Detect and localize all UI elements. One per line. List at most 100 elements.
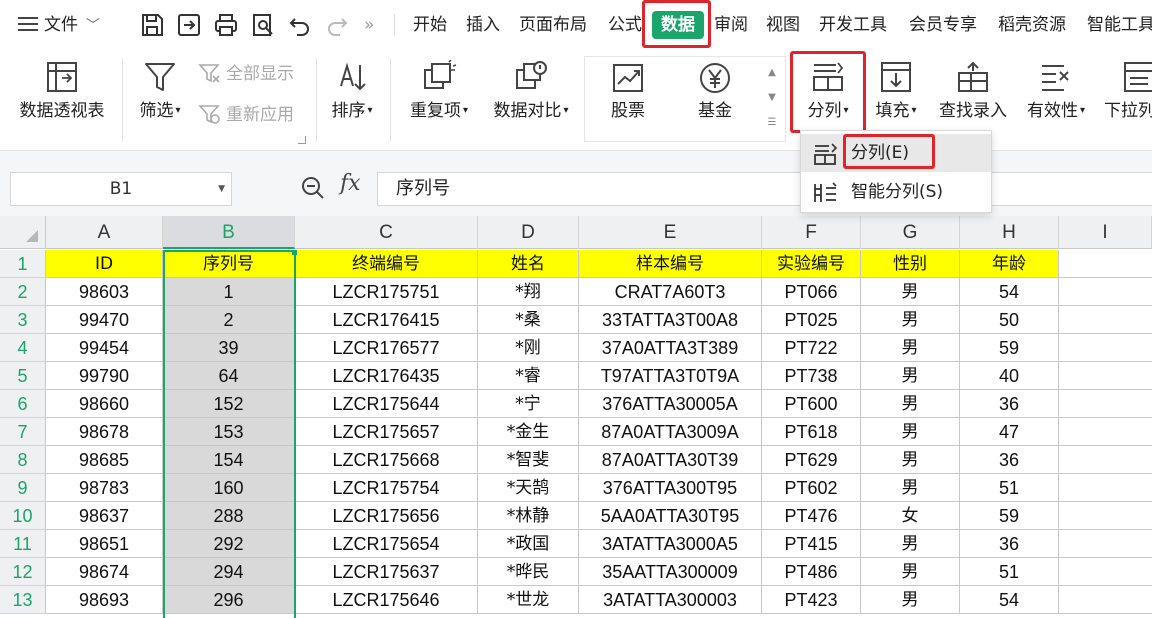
table-cell[interactable]: *刚 bbox=[478, 334, 579, 362]
table-cell[interactable]: T97ATTA3T0T9A bbox=[579, 362, 762, 390]
table-cell[interactable]: 5AA0ATTA30T95 bbox=[579, 502, 762, 530]
empty-cell[interactable] bbox=[1059, 334, 1152, 362]
table-cell[interactable]: PT423 bbox=[762, 586, 861, 614]
table-cell[interactable]: 51 bbox=[960, 558, 1059, 586]
insert-function-button[interactable]: fx bbox=[340, 171, 361, 196]
undo-button[interactable] bbox=[286, 11, 314, 39]
select-all-corner[interactable] bbox=[0, 216, 46, 249]
save-button[interactable] bbox=[138, 11, 166, 39]
table-cell[interactable]: 98783 bbox=[46, 474, 163, 502]
table-cell[interactable]: *政国 bbox=[478, 530, 579, 558]
table-cell[interactable]: 女 bbox=[861, 502, 960, 530]
empty-cell[interactable] bbox=[1059, 586, 1152, 614]
table-cell[interactable]: 男 bbox=[861, 390, 960, 418]
table-cell[interactable]: *智斐 bbox=[478, 446, 579, 474]
row-header[interactable]: 3 bbox=[0, 306, 46, 334]
table-cell[interactable]: PT738 bbox=[762, 362, 861, 390]
table-cell[interactable]: 男 bbox=[861, 474, 960, 502]
table-cell[interactable]: 292 bbox=[163, 530, 295, 558]
tab-insert[interactable]: 插入 bbox=[466, 12, 500, 38]
funds-button[interactable]: 基金 bbox=[687, 62, 743, 122]
validity-button[interactable]: 有效性 ▾ bbox=[1022, 60, 1090, 122]
filter-button[interactable]: 筛选 ▾ bbox=[132, 60, 188, 122]
table-cell[interactable]: 98674 bbox=[46, 558, 163, 586]
sort-button[interactable]: 排序 ▾ bbox=[326, 60, 378, 122]
table-cell[interactable]: LZCR175668 bbox=[295, 446, 478, 474]
caret-down-icon[interactable]: ▼ bbox=[218, 173, 225, 205]
duplicates-button[interactable]: 重复项 ▾ bbox=[404, 60, 474, 122]
table-cell[interactable]: 1 bbox=[163, 278, 295, 306]
table-cell[interactable]: 3ATATTA300003 bbox=[579, 586, 762, 614]
table-cell[interactable]: 36 bbox=[960, 390, 1059, 418]
column-header-e[interactable]: E bbox=[579, 216, 762, 249]
table-cell[interactable]: 98678 bbox=[46, 418, 163, 446]
column-header-h[interactable]: H bbox=[960, 216, 1059, 249]
table-cell[interactable]: LZCR175657 bbox=[295, 418, 478, 446]
table-cell[interactable]: 51 bbox=[960, 474, 1059, 502]
pivot-table-button[interactable]: 数据透视表 bbox=[14, 60, 110, 122]
table-cell[interactable]: *世龙 bbox=[478, 586, 579, 614]
gallery-expand-icon[interactable]: ☰ bbox=[762, 110, 782, 135]
header-cell[interactable]: 性别 bbox=[861, 250, 960, 278]
table-cell[interactable]: 50 bbox=[960, 306, 1059, 334]
row-header[interactable]: 1 bbox=[0, 250, 46, 278]
formula-input[interactable]: 序列号 bbox=[377, 172, 1152, 206]
header-cell[interactable]: 姓名 bbox=[478, 250, 579, 278]
reapply-button[interactable]: 重新应用 bbox=[198, 103, 294, 127]
table-cell[interactable]: PT476 bbox=[762, 502, 861, 530]
table-cell[interactable]: 376ATTA300T95 bbox=[579, 474, 762, 502]
redo-button[interactable] bbox=[323, 11, 351, 39]
table-cell[interactable]: 54 bbox=[960, 586, 1059, 614]
table-cell[interactable]: 154 bbox=[163, 446, 295, 474]
empty-cell[interactable] bbox=[1059, 558, 1152, 586]
table-cell[interactable]: CRAT7A60T3 bbox=[579, 278, 762, 306]
table-cell[interactable]: 98603 bbox=[46, 278, 163, 306]
table-cell[interactable]: LZCR176415 bbox=[295, 306, 478, 334]
tab-home[interactable]: 开始 bbox=[413, 12, 447, 38]
table-cell[interactable]: *桑 bbox=[478, 306, 579, 334]
header-cell[interactable]: ID bbox=[46, 250, 163, 278]
table-cell[interactable]: LZCR175754 bbox=[295, 474, 478, 502]
stocks-button[interactable]: 股票 bbox=[600, 62, 656, 122]
table-cell[interactable]: 男 bbox=[861, 334, 960, 362]
chevron-up-icon[interactable]: ▲ bbox=[762, 60, 782, 85]
table-cell[interactable]: PT066 bbox=[762, 278, 861, 306]
table-cell[interactable]: 87A0ATTA30T39 bbox=[579, 446, 762, 474]
table-cell[interactable]: LZCR175656 bbox=[295, 502, 478, 530]
table-cell[interactable]: *林静 bbox=[478, 502, 579, 530]
table-cell[interactable]: 35AATTA300009 bbox=[579, 558, 762, 586]
row-header[interactable]: 7 bbox=[0, 418, 46, 446]
table-cell[interactable]: 男 bbox=[861, 446, 960, 474]
zoom-formula-icon[interactable] bbox=[300, 175, 326, 205]
table-cell[interactable]: PT618 bbox=[762, 418, 861, 446]
table-cell[interactable]: PT415 bbox=[762, 530, 861, 558]
row-header[interactable]: 11 bbox=[0, 530, 46, 558]
table-cell[interactable]: 160 bbox=[163, 474, 295, 502]
dropdown-list-button[interactable]: 下拉列 bbox=[1104, 60, 1152, 122]
row-header[interactable]: 8 bbox=[0, 446, 46, 474]
lookup-entry-button[interactable]: 查找录入 bbox=[934, 60, 1012, 122]
chevron-down-icon[interactable]: ▼ bbox=[762, 85, 782, 110]
table-cell[interactable]: *睿 bbox=[478, 362, 579, 390]
table-cell[interactable]: 33TATTA3T00A8 bbox=[579, 306, 762, 334]
header-cell[interactable]: 终端编号 bbox=[295, 250, 478, 278]
name-box[interactable]: B1 ▼ bbox=[10, 172, 232, 206]
table-cell[interactable]: PT600 bbox=[762, 390, 861, 418]
spreadsheet-grid[interactable]: A B C D E F G H I 1 2 3 4 5 6 7 8 9 10 11 12 13 ID 序列号 终端编号 姓名 样本编… bbox=[0, 216, 1152, 618]
table-cell[interactable]: 99454 bbox=[46, 334, 163, 362]
table-cell[interactable]: 98685 bbox=[46, 446, 163, 474]
header-cell[interactable]: 实验编号 bbox=[762, 250, 861, 278]
file-menu-button[interactable]: 文件 ﹀ bbox=[18, 12, 100, 39]
table-cell[interactable]: PT722 bbox=[762, 334, 861, 362]
table-cell[interactable]: 男 bbox=[861, 530, 960, 558]
table-cell[interactable]: 39 bbox=[163, 334, 295, 362]
table-cell[interactable]: 36 bbox=[960, 446, 1059, 474]
row-header[interactable]: 10 bbox=[0, 502, 46, 530]
table-cell[interactable]: LZCR175637 bbox=[295, 558, 478, 586]
table-cell[interactable]: LZCR176577 bbox=[295, 334, 478, 362]
table-cell[interactable]: 男 bbox=[861, 558, 960, 586]
data-compare-button[interactable]: 数据对比 ▾ bbox=[488, 60, 574, 122]
table-cell[interactable]: 294 bbox=[163, 558, 295, 586]
table-cell[interactable]: 男 bbox=[861, 306, 960, 334]
table-cell[interactable]: 99790 bbox=[46, 362, 163, 390]
